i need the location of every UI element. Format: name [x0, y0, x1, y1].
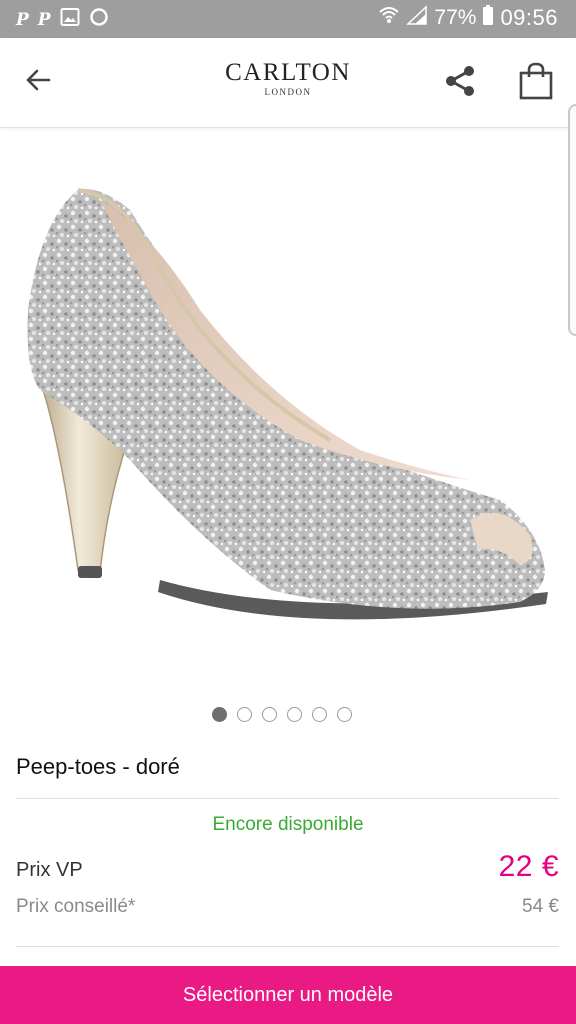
price-rrp-label: Prix conseillé* — [16, 896, 136, 917]
clock: 09:56 — [500, 5, 558, 30]
share-button[interactable] — [440, 63, 480, 103]
wifi-icon — [378, 4, 400, 32]
availability-status: Encore disponible — [212, 814, 364, 835]
signal-icon — [406, 4, 428, 32]
divider — [16, 798, 559, 799]
price-vp-label: Prix VP — [16, 859, 83, 881]
battery-icon — [482, 4, 494, 32]
carousel-dot[interactable] — [237, 707, 252, 722]
divider — [16, 946, 559, 947]
brand-logo: CARLTON LONDON — [188, 60, 388, 97]
back-button[interactable] — [18, 62, 58, 102]
shopping-bag-icon — [518, 62, 554, 105]
circle-icon — [89, 7, 109, 32]
pinterest-icon: P — [37, 9, 51, 30]
status-left-icons: P P — [16, 7, 109, 32]
carousel-dot[interactable] — [262, 707, 277, 722]
product-title: Peep-toes - doré — [16, 754, 180, 779]
price-vp-value: 22 € — [498, 850, 559, 883]
price-vp-row: Prix VP 22 € — [16, 850, 559, 884]
status-right: 77% 09:56 — [378, 4, 558, 32]
share-icon — [442, 63, 478, 104]
status-bar: P P 77% 09:56 — [0, 0, 576, 38]
product-image[interactable] — [0, 140, 576, 680]
app-bar: CARLTON LONDON — [0, 38, 576, 128]
select-model-button[interactable]: Sélectionner un modèle — [0, 966, 576, 1024]
battery-level: 77% — [434, 6, 477, 29]
carousel-dot[interactable] — [337, 707, 352, 722]
brand-name: CARLTON — [225, 59, 351, 86]
carousel-dots — [212, 707, 352, 722]
back-arrow-icon — [23, 65, 53, 100]
carousel-dot[interactable] — [287, 707, 302, 722]
image-icon — [60, 7, 80, 32]
price-rrp-value: 54 € — [522, 896, 559, 917]
cart-button[interactable] — [515, 62, 557, 104]
price-rrp-row: Prix conseillé* 54 € — [16, 896, 559, 918]
carousel-dot[interactable] — [312, 707, 327, 722]
carousel-dot[interactable] — [212, 707, 227, 722]
brand-subtitle: LONDON — [264, 87, 312, 97]
pinterest-icon: P — [16, 9, 29, 30]
